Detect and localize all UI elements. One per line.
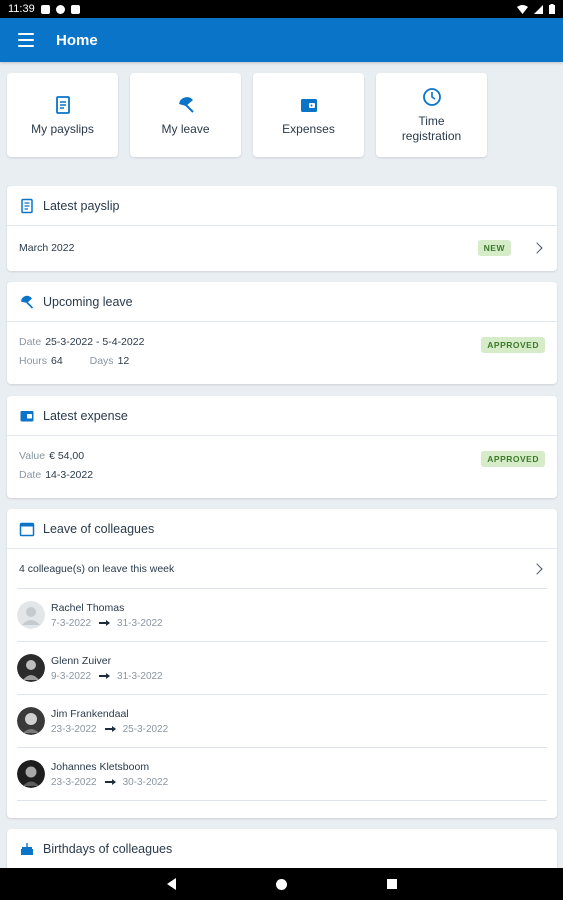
card-title: Latest expense xyxy=(43,408,128,423)
expense-value: € 54,00 xyxy=(49,450,85,462)
expense-date: 14-3-2022 xyxy=(45,469,94,481)
colleague-name: Johannes Kletsboom xyxy=(51,760,150,773)
recent-apps-icon[interactable] xyxy=(386,879,397,889)
card-header: Upcoming leave xyxy=(7,282,557,322)
leave-start: 9-3-2022 xyxy=(51,670,92,682)
list-item[interactable]: Jim Frankendaal 23-3-2022 25-3-2022 xyxy=(17,695,547,748)
tile-my-payslips[interactable]: My payslips xyxy=(7,73,118,157)
leave-dates: 25-3-2022 - 5-4-2022 xyxy=(45,336,145,348)
hamburger-menu-icon[interactable] xyxy=(18,33,34,47)
latest-expense-card[interactable]: Latest expense Value € 54,00 Date 14-3-202… xyxy=(7,396,557,498)
tile-label: Expenses xyxy=(282,121,335,136)
umbrella-icon xyxy=(21,295,34,309)
calendar-icon xyxy=(19,522,35,536)
colleagues-summary-row[interactable]: 4 colleague(s) on leave this week xyxy=(17,549,547,589)
payslip-icon xyxy=(55,95,70,114)
leave-start: 7-3-2022 xyxy=(51,617,92,629)
umbrella-icon xyxy=(178,96,194,113)
chevron-right-icon xyxy=(531,562,543,575)
avatar xyxy=(17,654,45,682)
status-badge: APPROVED xyxy=(481,337,545,353)
avatar xyxy=(17,760,45,788)
clock-icon xyxy=(422,88,441,106)
days-label: Days xyxy=(89,355,114,367)
tile-label: My leave xyxy=(161,121,210,136)
leave-end: 31-3-2022 xyxy=(117,617,163,629)
system-navigation-bar xyxy=(0,868,563,900)
leave-days: 12 xyxy=(117,355,130,367)
card-title: Leave of colleagues xyxy=(43,521,155,536)
list-item[interactable]: Rachel Thomas 7-3-2022 31-3-2022 xyxy=(17,589,547,642)
signal-icon xyxy=(534,4,543,14)
leave-of-colleagues-card: Leave of colleagues 4 colleague(s) on le… xyxy=(7,509,557,818)
leave-end: 25-3-2022 xyxy=(122,723,169,735)
value-label: Value xyxy=(19,450,46,462)
leave-end: 30-3-2022 xyxy=(122,776,169,788)
sd-card-icon xyxy=(70,4,80,14)
wallet-icon xyxy=(20,410,34,421)
back-icon[interactable] xyxy=(166,878,176,890)
card-header: Latest expense xyxy=(7,396,557,436)
app-bar: Home xyxy=(0,18,563,62)
colleague-name: Rachel Thomas xyxy=(51,601,125,614)
chevron-right-icon xyxy=(531,242,543,254)
date-label: Date xyxy=(19,336,42,348)
list-item[interactable]: Glenn Zuiver 9-3-2022 31-3-2022 xyxy=(17,642,547,695)
arrow-right-icon xyxy=(99,620,111,625)
date-label: Date xyxy=(19,469,42,481)
status-badge: NEW xyxy=(477,240,511,256)
card-title: Latest payslip xyxy=(43,198,120,213)
arrow-right-icon xyxy=(99,673,111,678)
payslip-row[interactable]: March 2022 NEW xyxy=(7,226,557,270)
colleagues-summary: 4 colleague(s) on leave this week xyxy=(19,562,175,575)
quick-actions: My payslips My leave Expenses Time regis… xyxy=(7,73,487,157)
arrow-right-icon xyxy=(104,779,116,784)
wallet-icon xyxy=(300,98,317,112)
card-title: Birthdays of colleagues xyxy=(43,842,173,856)
avatar xyxy=(17,601,45,629)
tile-expenses[interactable]: Expenses xyxy=(253,73,364,157)
payslip-month: March 2022 xyxy=(19,242,75,254)
home-icon[interactable] xyxy=(275,878,287,890)
card-title: Upcoming leave xyxy=(43,294,133,309)
tile-label: My payslips xyxy=(31,121,94,136)
page-title: Home xyxy=(56,31,98,49)
app-notification-icon xyxy=(55,4,65,14)
notification-icon xyxy=(40,4,50,14)
leave-start: 23-3-2022 xyxy=(51,723,97,735)
card-header: Birthdays of colleagues xyxy=(7,829,557,869)
tile-time-registration[interactable]: Time registration xyxy=(376,73,487,157)
leave-hours: 64 xyxy=(51,355,63,367)
leave-start: 23-3-2022 xyxy=(51,776,97,788)
hours-label: Hours xyxy=(19,355,48,367)
latest-payslip-card: Latest payslip March 2022 NEW xyxy=(7,186,557,271)
battery-icon xyxy=(549,4,555,14)
colleague-name: Glenn Zuiver xyxy=(51,654,112,667)
avatar xyxy=(17,707,45,735)
leave-end: 31-3-2022 xyxy=(117,670,163,682)
list-item[interactable]: Johannes Kletsboom 23-3-2022 30-3-2022 xyxy=(17,748,547,801)
card-header: Leave of colleagues xyxy=(7,509,557,549)
cake-icon xyxy=(21,843,33,855)
payslip-icon xyxy=(21,198,33,213)
upcoming-leave-card[interactable]: Upcoming leave Date 25-3-2022 - 5-4-2022 … xyxy=(7,282,557,384)
arrow-right-icon xyxy=(104,726,116,731)
tile-my-leave[interactable]: My leave xyxy=(130,73,241,157)
status-time: 11:39 xyxy=(8,3,35,15)
status-badge: APPROVED xyxy=(481,451,545,467)
status-bar: 11:39 xyxy=(0,0,563,18)
tile-label: Time registration xyxy=(401,114,462,143)
colleague-name: Jim Frankendaal xyxy=(51,707,129,720)
card-header: Latest payslip xyxy=(7,186,557,226)
wifi-icon xyxy=(517,4,528,14)
